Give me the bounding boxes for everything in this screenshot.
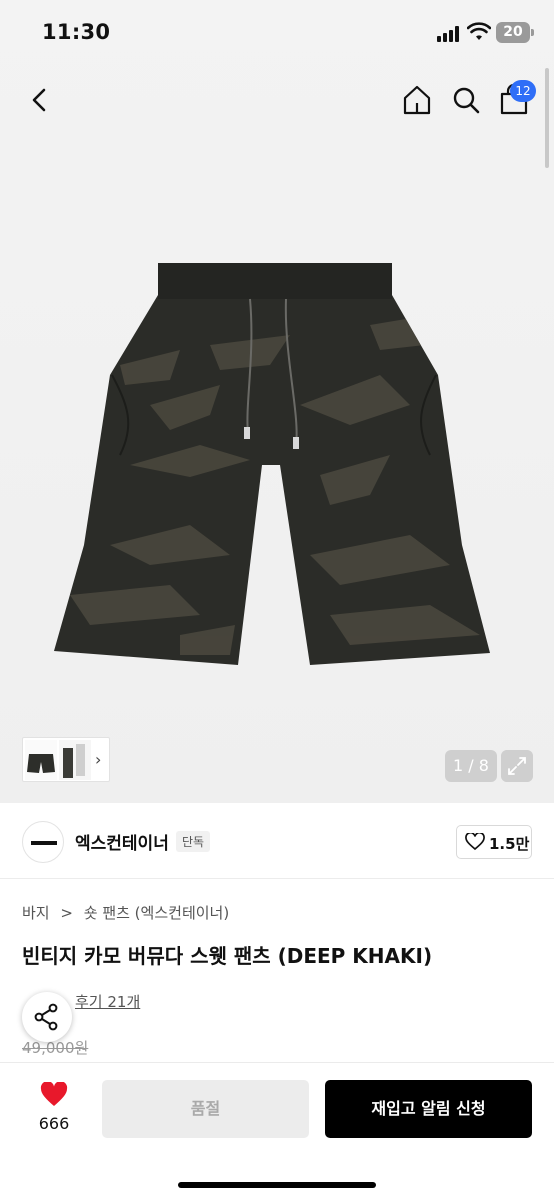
battery-tip	[531, 29, 534, 36]
shorts-body	[54, 263, 490, 665]
wish-button[interactable]: 666	[30, 1082, 78, 1142]
search-icon[interactable]	[449, 82, 483, 118]
cart-count-badge: 12	[510, 80, 536, 102]
expand-icon[interactable]	[501, 750, 533, 782]
product-title: 빈티지 카모 버뮤다 스웻 팬츠 (DEEP KHAKI)	[22, 944, 433, 968]
status-bar: 11:30 20	[0, 0, 554, 66]
breadcrumb-subcategory[interactable]: 숏 팬츠 (엑스컨테이너)	[84, 904, 229, 922]
heart-filled-icon	[40, 1082, 68, 1106]
image-pager: 1 / 8	[445, 750, 497, 782]
breadcrumb-separator: >	[60, 904, 73, 922]
brand-like-button[interactable]: 1.5만	[456, 825, 532, 859]
home-icon[interactable]	[400, 82, 434, 118]
home-indicator	[178, 1182, 376, 1188]
share-button[interactable]	[22, 992, 72, 1042]
share-icon	[34, 1003, 58, 1031]
product-page: 11:30 20 12 › 1 / 8 엑스컨테이너 단독 1.5만 바지 > …	[0, 0, 554, 1200]
heart-outline-icon	[465, 833, 485, 851]
back-arrow-icon[interactable]	[24, 82, 56, 118]
exclusive-tag: 단독	[176, 831, 211, 852]
scrollbar[interactable]	[545, 68, 549, 168]
thumbnail-2[interactable]	[59, 740, 91, 780]
review-count-link[interactable]: 후기 21개	[75, 991, 140, 1012]
soldout-button[interactable]: 품절	[102, 1080, 309, 1138]
brand-logo[interactable]	[22, 821, 64, 863]
status-time: 11:30	[42, 20, 111, 44]
thumbnail-1[interactable]	[25, 740, 57, 780]
breadcrumb: 바지 > 숏 팬츠 (엑스컨테이너)	[22, 902, 229, 923]
wish-count: 666	[38, 1114, 70, 1133]
breadcrumb-category[interactable]: 바지	[22, 904, 50, 922]
thumbnail-strip[interactable]: ›	[22, 737, 110, 782]
restock-alert-button[interactable]: 재입고 알림 신청	[325, 1080, 532, 1138]
brand-row: 엑스컨테이너 단독 1.5만	[0, 803, 554, 879]
chevron-right-icon[interactable]: ›	[95, 750, 101, 769]
bottom-action-bar: 666 품절 재입고 알림 신청	[0, 1062, 554, 1200]
battery-indicator: 20	[496, 22, 530, 43]
signal-icon	[437, 26, 461, 42]
brand-like-count: 1.5만	[489, 835, 530, 853]
product-image[interactable]	[50, 255, 502, 670]
brand-name[interactable]: 엑스컨테이너	[75, 829, 169, 854]
wifi-icon	[467, 22, 491, 40]
